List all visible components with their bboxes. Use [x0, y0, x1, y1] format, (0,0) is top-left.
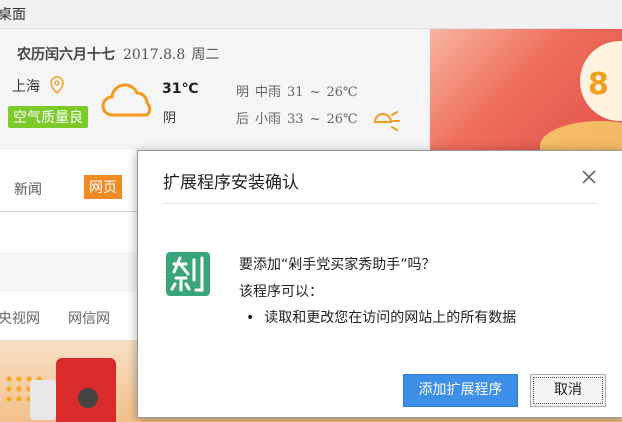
forecast-low: 26℃: [326, 85, 358, 100]
install-question: 要添加“剁手党买家秀助手”吗？: [239, 257, 436, 273]
phone-camera: [78, 388, 98, 408]
rain-icon: [372, 109, 400, 139]
forecast-tomorrow: 明中雨 31 ~26℃: [236, 81, 364, 100]
site-links: 央视网 网信网: [0, 292, 138, 340]
solar-date: 2017.8.8: [123, 47, 186, 63]
forecast-day-after: 后小雨 33 ~26℃: [236, 108, 364, 127]
link-cac[interactable]: 网信网: [68, 308, 110, 328]
forecast-low: 26℃: [326, 112, 358, 127]
lunar-date: 农历闰六月十七: [17, 47, 115, 63]
forecast-sep: ~: [309, 112, 321, 127]
add-extension-button[interactable]: 添加扩展程序: [403, 374, 518, 407]
extension-install-dialog: 扩展程序安装确认 要添加“剁手党买家秀助手”吗？ 该程序可以： • 读取和更改您在…: [137, 150, 622, 418]
forecast-high: 33: [287, 112, 304, 127]
forecast-day: 明: [236, 85, 250, 100]
dialog-title: 扩展程序安装确认: [163, 173, 299, 193]
bullet-icon: •: [246, 310, 255, 326]
dialog-divider: [163, 203, 597, 204]
forecast-high: 31: [287, 85, 304, 100]
window-title: 桌面: [0, 7, 26, 23]
weather-widget: 农历闰六月十七 2017.8.8 周二 上海 空气质量良 31℃ 阴 明中雨 31 ~2…: [0, 29, 430, 150]
air-quality-badge[interactable]: 空气质量良: [8, 106, 88, 128]
tab-web[interactable]: 网页: [84, 175, 122, 199]
close-icon[interactable]: [578, 166, 600, 188]
location-pin-icon[interactable]: [50, 76, 64, 98]
current-condition: 阴: [163, 111, 177, 126]
banner-number: 8: [588, 67, 609, 102]
forecast-day: 后: [236, 112, 250, 127]
extension-icon: [166, 252, 210, 300]
city-name[interactable]: 上海: [12, 76, 40, 96]
date-line: 农历闰六月十七 2017.8.8 周二: [17, 44, 219, 64]
forecast-condition: 中雨: [255, 85, 282, 100]
search-area-background: [0, 252, 138, 292]
current-temperature: 31℃: [162, 81, 199, 97]
window-titlebar: 桌面: [0, 0, 622, 29]
forecast-condition: 小雨: [255, 112, 282, 127]
cancel-button[interactable]: 取消: [530, 374, 606, 407]
permissions-label: 该程序可以：: [239, 284, 323, 300]
link-cctv[interactable]: 央视网: [0, 308, 40, 328]
permission-item: • 读取和更改您在访问的网站上的所有数据: [246, 307, 516, 327]
cloudy-icon: [100, 81, 158, 125]
promo-phone-image: [30, 380, 56, 420]
search-tabs: 新闻 网页: [0, 151, 138, 211]
tab-news[interactable]: 新闻: [14, 179, 42, 199]
promo-banner[interactable]: 8: [430, 29, 622, 150]
permission-text: 读取和更改您在访问的网站上的所有数据: [264, 310, 517, 326]
weekday: 周二: [191, 47, 220, 63]
search-input[interactable]: [0, 211, 139, 253]
promo-phone-image: [56, 358, 116, 422]
banner-decoration: [540, 121, 622, 150]
cancel-button-label: 取消: [533, 377, 603, 404]
forecast-sep: ~: [309, 85, 321, 100]
